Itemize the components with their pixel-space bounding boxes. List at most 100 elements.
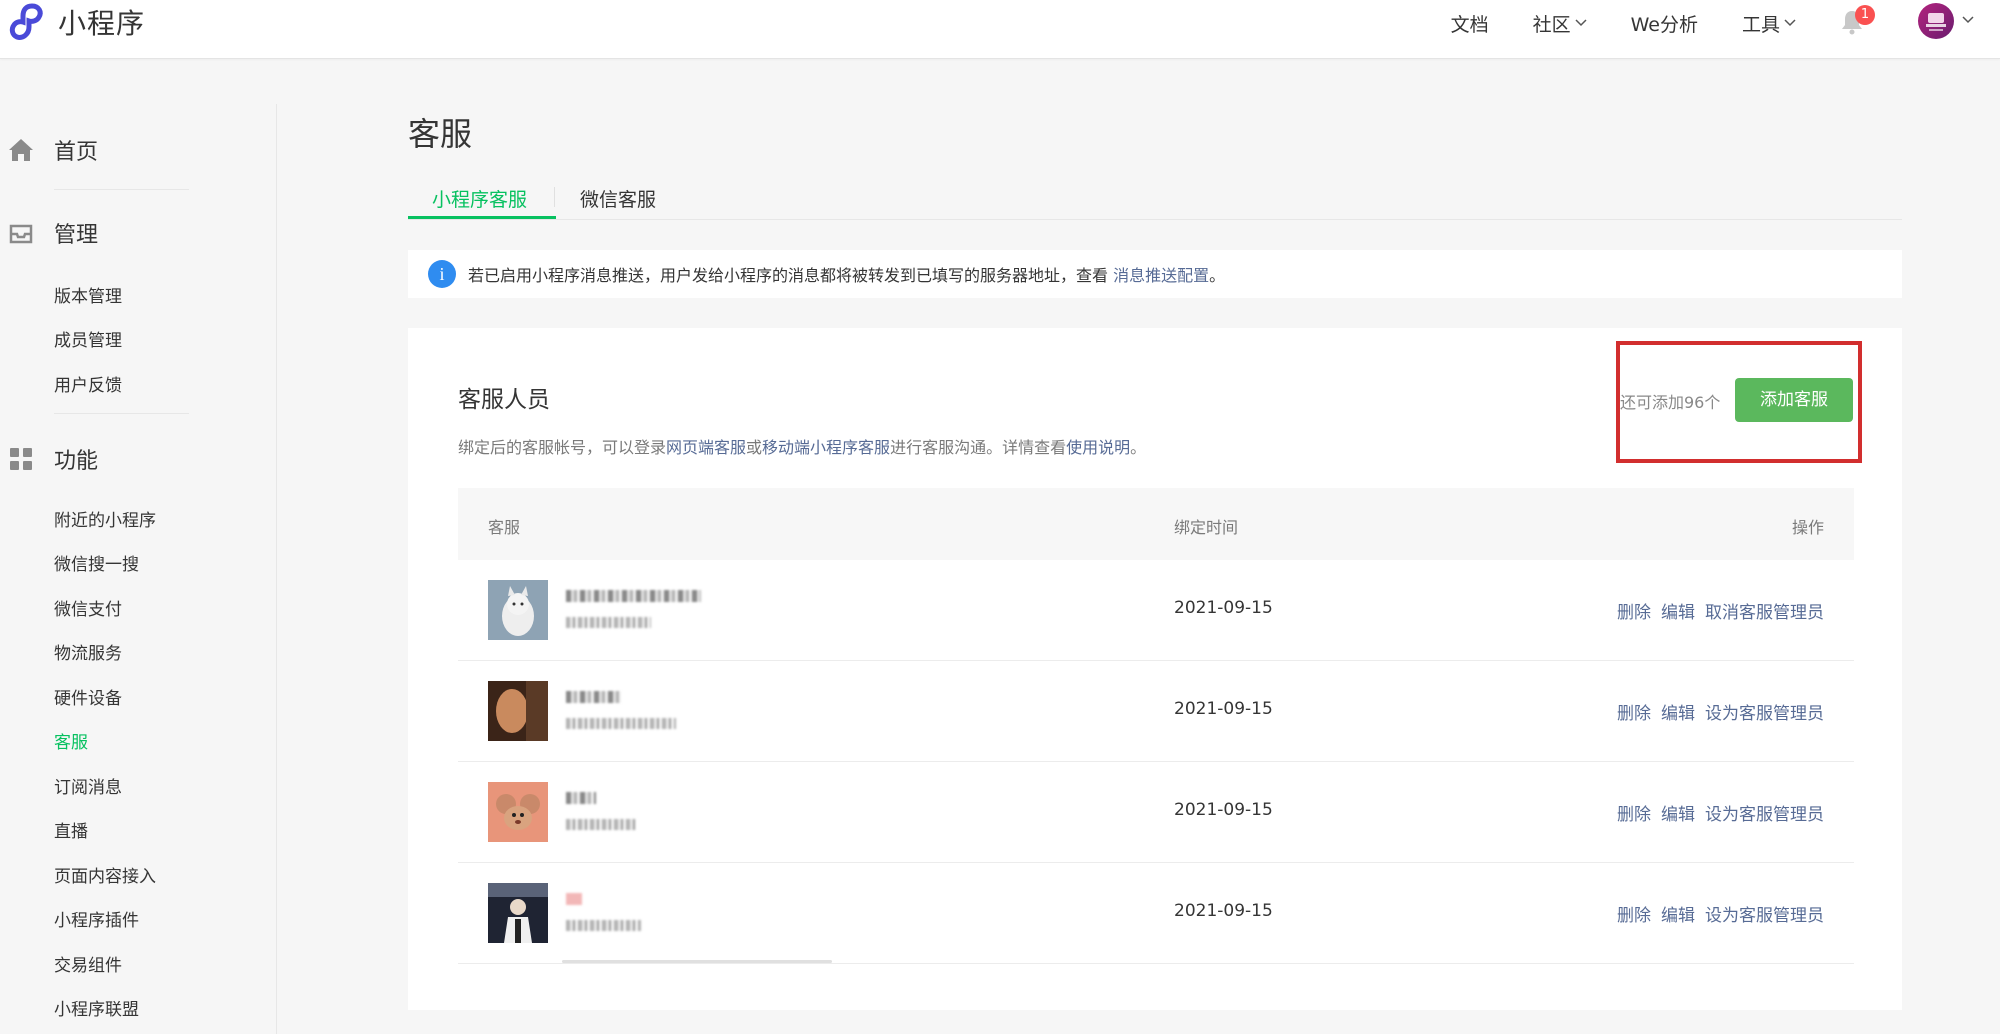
chevron-down-icon	[1575, 19, 1587, 27]
delete-button[interactable]: 删除	[1617, 704, 1651, 724]
redacted-id	[566, 920, 641, 931]
desc-text: 进行客服沟通。详情查看	[890, 438, 1067, 457]
desc-text: 绑定后的客服帐号，可以登录	[458, 438, 667, 457]
desc-text: 或	[746, 438, 763, 457]
sidebar-item-subscribe[interactable]: 订阅消息	[54, 773, 122, 798]
nav-tools-label: 工具	[1741, 13, 1780, 36]
nav-community-label: 社区	[1532, 13, 1571, 36]
info-icon: i	[428, 260, 456, 288]
sidebar-item-plugins[interactable]: 小程序插件	[54, 906, 139, 931]
delete-button[interactable]: 删除	[1617, 906, 1651, 926]
sidebar-item-pay[interactable]: 微信支付	[54, 595, 122, 620]
toggle-admin-button[interactable]: 设为客服管理员	[1705, 704, 1824, 724]
sidebar-item-trade[interactable]: 交易组件	[54, 951, 122, 976]
header-ops: 操作	[1791, 518, 1824, 537]
horizontal-scrollbar[interactable]	[562, 960, 832, 963]
row-actions: 删除 编辑 取消客服管理员	[1607, 598, 1824, 623]
top-bar: 小程序 文档 社区 We分析 工具 1	[0, 0, 2000, 59]
table-row: 2021-09-15 删除 编辑 设为客服管理员	[458, 661, 1854, 762]
notice-body: 若已启用小程序消息推送，用户发给小程序的消息都将被转发到已填写的服务器地址，查看	[468, 266, 1114, 285]
app-logo[interactable]: 小程序	[8, 2, 145, 42]
sidebar-home[interactable]: 首页	[8, 134, 98, 166]
tab-active-indicator	[408, 216, 556, 219]
row-actions: 删除 编辑 设为客服管理员	[1607, 901, 1824, 926]
sidebar-item-members[interactable]: 成员管理	[54, 326, 122, 351]
sidebar-item-hardware[interactable]: 硬件设备	[54, 684, 122, 709]
mobile-service-link[interactable]: 移动端小程序客服	[762, 438, 890, 457]
delete-button[interactable]: 删除	[1617, 805, 1651, 825]
nav-community[interactable]: 社区	[1533, 10, 1587, 37]
page-title: 客服	[408, 115, 473, 153]
home-icon	[9, 139, 33, 161]
notification-badge: 1	[1855, 5, 1875, 25]
sidebar-item-search[interactable]: 微信搜一搜	[54, 550, 139, 575]
avatar-graphic	[1926, 13, 1946, 31]
nav-analytics[interactable]: We分析	[1631, 10, 1698, 37]
nav-docs-label: 文档	[1450, 13, 1489, 36]
web-service-link[interactable]: 网页端客服	[666, 438, 746, 457]
row-actions: 删除 编辑 设为客服管理员	[1607, 800, 1824, 825]
redacted-name	[566, 893, 582, 905]
desc-text: 。	[1130, 438, 1147, 457]
sidebar-item-alliance[interactable]: 小程序联盟	[54, 995, 139, 1020]
sidebar-features: 功能	[8, 443, 98, 475]
sidebar-item-logistics[interactable]: 物流服务	[54, 639, 122, 664]
edit-button[interactable]: 编辑	[1661, 603, 1695, 623]
redacted-name	[566, 590, 701, 602]
bind-time: 2021-09-15	[1174, 901, 1273, 921]
sidebar-features-label: 功能	[54, 449, 99, 474]
bind-time: 2021-09-15	[1174, 699, 1273, 719]
notice-suffix: 。	[1209, 266, 1226, 285]
user-avatar[interactable]	[1918, 3, 1954, 39]
sidebar-item-live[interactable]: 直播	[54, 817, 88, 842]
edit-button[interactable]: 编辑	[1661, 906, 1695, 926]
sidebar-item-nearby[interactable]: 附近的小程序	[54, 506, 156, 531]
row-actions: 删除 编辑 设为客服管理员	[1607, 699, 1824, 724]
app-title: 小程序	[58, 7, 146, 40]
sidebar-item-content[interactable]: 页面内容接入	[54, 862, 156, 887]
edit-button[interactable]: 编辑	[1661, 704, 1695, 724]
notice-banner: i 若已启用小程序消息推送，用户发给小程序的消息都将被转发到已填写的服务器地址，…	[408, 250, 1902, 298]
sidebar-divider	[54, 413, 189, 414]
header-bind-time: 绑定时间	[1174, 518, 1239, 537]
edit-button[interactable]: 编辑	[1661, 805, 1695, 825]
card-title: 客服人员	[458, 387, 550, 413]
push-config-link[interactable]: 消息推送配置	[1113, 266, 1209, 285]
table-row: 2021-09-15 删除 编辑 设为客服管理员	[458, 762, 1854, 863]
sidebar-item-version[interactable]: 版本管理	[54, 282, 122, 307]
sidebar-item-feedback[interactable]: 用户反馈	[54, 371, 122, 396]
toggle-admin-button[interactable]: 取消客服管理员	[1705, 603, 1824, 623]
toggle-admin-button[interactable]: 设为客服管理员	[1705, 906, 1824, 926]
redacted-id	[566, 617, 651, 628]
table-header: 客服 绑定时间 操作	[458, 488, 1854, 560]
card-description: 绑定后的客服帐号，可以登录网页端客服或移动端小程序客服进行客服沟通。详情查看使用…	[458, 434, 1146, 458]
sidebar-divider	[54, 189, 189, 190]
top-nav: 文档 社区 We分析 工具	[1451, 0, 1840, 46]
miniprogram-logo-icon	[9, 3, 43, 40]
sidebar-manage-label: 管理	[54, 223, 99, 248]
inbox-icon	[9, 224, 33, 244]
notice-text: 若已启用小程序消息推送，用户发给小程序的消息都将被转发到已填写的服务器地址，查看…	[468, 262, 1225, 286]
grid-icon	[10, 448, 32, 470]
tab-wechat-service[interactable]: 微信客服	[580, 185, 656, 212]
bind-time: 2021-09-15	[1174, 800, 1273, 820]
sidebar-home-label: 首页	[54, 140, 99, 165]
service-table: 客服 绑定时间 操作 2021-09-15 删除 编辑 取消客服管理员 2021-0…	[458, 488, 1854, 964]
chevron-down-icon[interactable]	[1962, 16, 1974, 24]
usage-guide-link[interactable]: 使用说明	[1066, 438, 1130, 457]
redacted-id	[566, 819, 636, 830]
delete-button[interactable]: 删除	[1617, 603, 1651, 623]
tab-bar: 小程序客服 微信客服	[408, 177, 1902, 220]
tab-divider	[554, 187, 555, 207]
sidebar-item-customer-service[interactable]: 客服	[54, 728, 88, 753]
nav-docs[interactable]: 文档	[1451, 10, 1489, 37]
tab-miniprogram-service[interactable]: 小程序客服	[432, 185, 527, 212]
sidebar-manage: 管理	[8, 217, 98, 249]
redacted-name	[566, 792, 596, 804]
nav-tools[interactable]: 工具	[1742, 10, 1796, 37]
table-row: 2021-09-15 删除 编辑 设为客服管理员	[458, 863, 1854, 964]
bind-time: 2021-09-15	[1174, 598, 1273, 618]
toggle-admin-button[interactable]: 设为客服管理员	[1705, 805, 1824, 825]
header-service: 客服	[488, 518, 521, 537]
cartoon-mouse-avatar	[488, 782, 548, 842]
